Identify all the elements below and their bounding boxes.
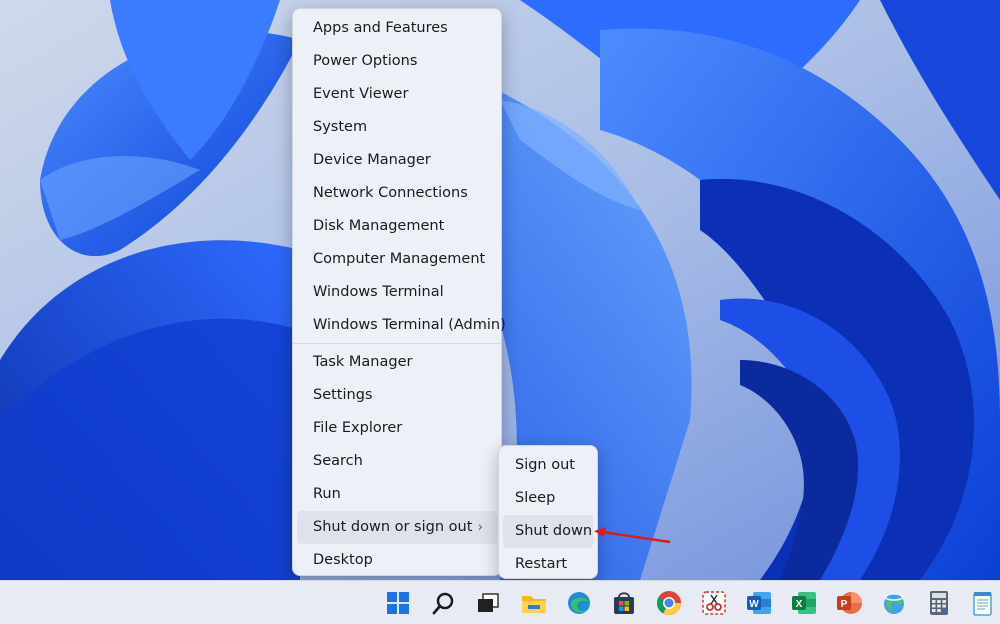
menu-item-label: Sleep	[515, 490, 556, 506]
snipping-tool-icon[interactable]	[700, 589, 728, 617]
menu-item-file-explorer[interactable]: File Explorer	[297, 412, 497, 445]
taskbar: W X P	[0, 580, 1000, 624]
menu-item-label: Network Connections	[313, 185, 468, 201]
menu-item-label: Shut down	[515, 523, 593, 539]
chevron-right-icon: ›	[477, 520, 483, 535]
svg-text:X: X	[796, 599, 803, 610]
edge-icon[interactable]	[565, 589, 593, 617]
menu-item-label: Event Viewer	[313, 86, 409, 102]
menu-item-windows-terminal[interactable]: Windows Terminal	[297, 276, 497, 309]
menu-item-label: Windows Terminal	[313, 284, 444, 300]
menu-item-power-options[interactable]: Power Options	[297, 45, 497, 78]
excel-icon[interactable]: X	[790, 589, 818, 617]
chrome-icon[interactable]	[655, 589, 683, 617]
menu-item-task-manager[interactable]: Task Manager	[297, 346, 497, 379]
annotation-arrow-icon	[594, 527, 671, 544]
menu-item-computer-management[interactable]: Computer Management	[297, 243, 497, 276]
menu-item-desktop[interactable]: Desktop	[297, 544, 497, 577]
menu-item-windows-terminal-admin[interactable]: Windows Terminal (Admin)	[297, 309, 506, 342]
menu-item-system[interactable]: System	[297, 111, 497, 144]
menu-item-label: Shut down or sign out	[313, 519, 473, 535]
calculator-icon[interactable]	[925, 589, 953, 617]
task-view-icon[interactable]	[474, 589, 502, 617]
menu-item-event-viewer[interactable]: Event Viewer	[297, 78, 497, 111]
menu-item-label: Task Manager	[313, 354, 413, 370]
menu-item-settings[interactable]: Settings	[297, 379, 497, 412]
globe-app-icon[interactable]	[880, 589, 908, 617]
menu-item-label: Desktop	[313, 552, 373, 568]
menu-item-label: Apps and Features	[313, 20, 448, 36]
menu-item-network-connections[interactable]: Network Connections	[297, 177, 497, 210]
svg-text:P: P	[841, 599, 848, 610]
menu-item-label: Settings	[313, 387, 373, 403]
menu-item-label: Sign out	[515, 457, 575, 473]
file-explorer-icon[interactable]	[520, 589, 548, 617]
svg-text:W: W	[749, 599, 759, 610]
menu-item-label: Power Options	[313, 53, 418, 69]
menu-item-sleep[interactable]: Sleep	[503, 482, 593, 515]
power-submenu: Sign out Sleep Shut down Restart	[498, 445, 598, 579]
menu-item-shut-down-or-sign-out[interactable]: Shut down or sign out ›	[297, 511, 497, 544]
windows-start-icon[interactable]	[384, 589, 412, 617]
menu-item-label: Run	[313, 486, 341, 502]
menu-item-label: Windows Terminal (Admin)	[313, 317, 506, 333]
powerpoint-icon[interactable]: P	[835, 589, 863, 617]
menu-item-disk-management[interactable]: Disk Management	[297, 210, 497, 243]
menu-item-label: Device Manager	[313, 152, 431, 168]
winx-context-menu: Apps and Features Power Options Event View…	[292, 8, 506, 577]
menu-item-label: File Explorer	[313, 420, 403, 436]
word-icon[interactable]: W	[745, 589, 773, 617]
menu-item-label: System	[313, 119, 368, 135]
menu-item-search[interactable]: Search	[297, 445, 497, 478]
menu-item-label: Restart	[515, 556, 568, 572]
menu-item-restart[interactable]: Restart	[503, 548, 593, 581]
menu-item-sign-out[interactable]: Sign out	[503, 449, 593, 482]
notepad-icon[interactable]	[968, 589, 996, 617]
menu-separator	[293, 343, 501, 344]
menu-item-apps-and-features[interactable]: Apps and Features	[297, 12, 497, 45]
menu-item-device-manager[interactable]: Device Manager	[297, 144, 497, 177]
menu-item-shut-down[interactable]: Shut down	[503, 515, 593, 548]
menu-item-label: Disk Management	[313, 218, 445, 234]
menu-item-run[interactable]: Run	[297, 478, 497, 511]
menu-item-label: Search	[313, 453, 363, 469]
menu-item-label: Computer Management	[313, 251, 486, 267]
microsoft-store-icon[interactable]	[610, 589, 638, 617]
search-icon[interactable]	[430, 589, 458, 617]
